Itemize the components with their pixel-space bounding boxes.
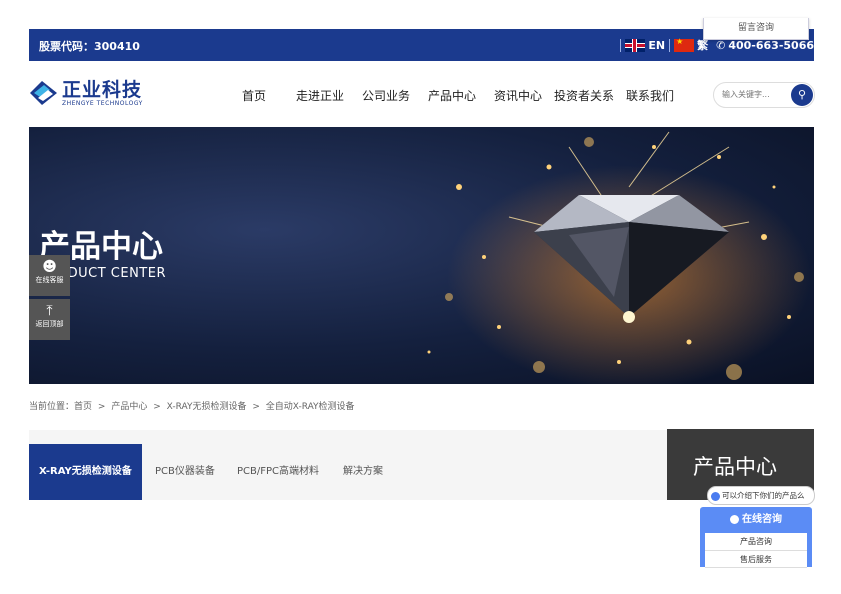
search-input[interactable] xyxy=(722,86,784,102)
message-popup[interactable]: 留言咨询 xyxy=(703,18,809,40)
breadcrumb-home[interactable]: 首页 xyxy=(74,402,92,412)
chat-bubble[interactable]: 可以介绍下你们的产品么 xyxy=(707,486,815,505)
nav-item-contact[interactable]: 联系我们 xyxy=(626,87,674,104)
chat-icon xyxy=(730,514,739,524)
breadcrumb: 当前位置：首页 > 产品中心 > X-RAY无损检测设备 > 全自动X-RAY检… xyxy=(29,385,814,430)
logo-mark-icon xyxy=(30,81,57,105)
online-consult-header[interactable]: 在线咨询 xyxy=(700,507,812,533)
logo[interactable]: 正业科技 ZHENGYE TECHNOLOGY xyxy=(29,79,143,107)
breadcrumb-current: 全自动X-RAY检测设备 xyxy=(265,402,355,412)
online-consult-panel: 在线咨询 产品咨询 售后服务 xyxy=(700,507,812,568)
header: 正业科技 ZHENGYE TECHNOLOGY 首页 走进正业 公司业务 产品中… xyxy=(29,61,815,127)
breadcrumb-separator: > xyxy=(153,402,161,412)
back-to-top-label: 返回顶部 xyxy=(35,320,64,328)
chat-icon: ☻ xyxy=(42,259,57,275)
uk-flag-icon[interactable] xyxy=(625,38,646,52)
breadcrumb-xray[interactable]: X-RAY无损检测设备 xyxy=(167,402,247,412)
back-to-top-button[interactable]: ⤒ 返回顶部 xyxy=(29,299,70,340)
divider xyxy=(669,38,671,52)
hero-banner: 产品中心 PRODUCT CENTER xyxy=(29,127,814,384)
tab-solutions[interactable]: 解决方案 xyxy=(343,444,383,500)
cn-flag-icon[interactable] xyxy=(674,37,695,52)
phone-number: 400-663-5066 xyxy=(728,38,814,52)
divider xyxy=(620,38,622,52)
logo-english: ZHENGYE TECHNOLOGY xyxy=(62,99,143,107)
arrow-up-icon: ⤒ xyxy=(46,303,53,319)
chat-bubble-text: 可以介绍下你们的产品么 xyxy=(722,491,805,500)
nav-item-business[interactable]: 公司业务 xyxy=(362,87,410,104)
search-box: ⚲ xyxy=(713,82,815,108)
nav-item-investors[interactable]: 投资者关系 xyxy=(554,87,614,104)
stock-code: 股票代码：300410 xyxy=(39,40,140,53)
nav-item-news[interactable]: 资讯中心 xyxy=(494,87,542,104)
nav-item-home[interactable]: 首页 xyxy=(242,87,266,104)
online-service-button[interactable]: ☻ 在线客服 xyxy=(29,255,70,296)
phone-icon: ✆ xyxy=(716,38,726,52)
logo-name: 正业科技 xyxy=(62,78,143,101)
chat-bubble-icon xyxy=(711,491,720,501)
breadcrumb-prefix: 当前位置： xyxy=(29,402,75,412)
product-center-title: 产品中心 xyxy=(693,455,777,479)
breadcrumb-separator: > xyxy=(97,402,106,412)
tab-pcb-instruments[interactable]: PCB仪器装备 xyxy=(155,444,215,500)
tab-xray[interactable]: X-RAY无损检测设备 xyxy=(29,444,142,500)
consult-item-aftersales[interactable]: 售后服务 xyxy=(705,551,807,568)
nav-item-products[interactable]: 产品中心 xyxy=(428,87,476,104)
category-tabs: X-RAY无损检测设备 PCB仪器装备 PCB/FPC高端材料 解决方案 xyxy=(29,430,667,500)
online-consult-title: 在线咨询 xyxy=(742,514,782,525)
consult-item-product[interactable]: 产品咨询 xyxy=(705,533,807,551)
search-icon[interactable]: ⚲ xyxy=(791,84,813,106)
breadcrumb-separator: > xyxy=(252,402,260,412)
lang-en-link[interactable]: EN xyxy=(648,39,665,52)
tab-pcb-materials[interactable]: PCB/FPC高端材料 xyxy=(237,444,319,500)
top-bar: 股票代码：300410 EN 繁 ✆ 400-663-5066 xyxy=(29,29,814,61)
breadcrumb-products[interactable]: 产品中心 xyxy=(111,402,147,412)
nav-item-about[interactable]: 走进正业 xyxy=(296,87,344,104)
online-service-label: 在线客服 xyxy=(35,276,64,284)
